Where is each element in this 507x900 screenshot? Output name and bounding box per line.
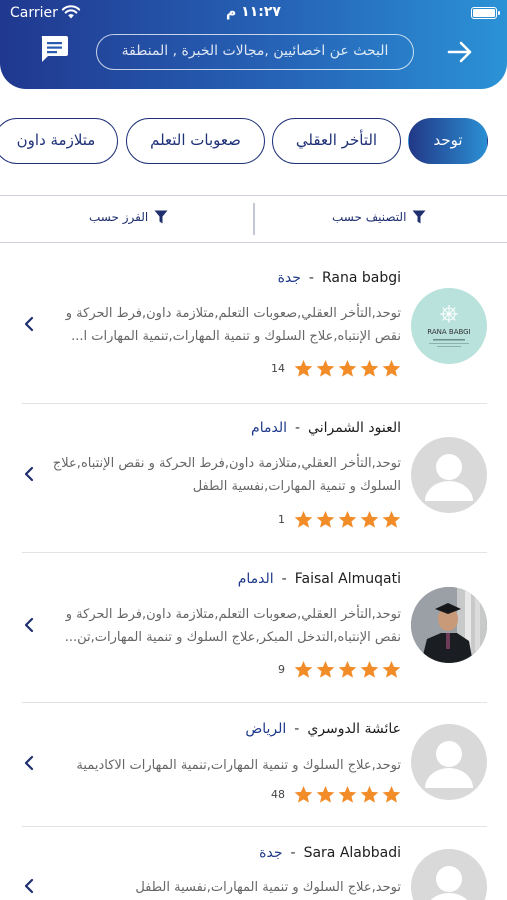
star-icon [294,510,313,528]
specialist-name: Faisal Almuqati [294,571,401,587]
filter-chips: توحد التأخر العقلي صعوبات التعلم متلازمة… [0,118,507,166]
star-icon [382,510,401,528]
review-count: 1 [278,513,285,526]
avatar [411,587,487,663]
filter-chip-autism[interactable]: توحد [408,118,488,164]
person-icon [430,866,468,900]
specialist-card[interactable]: Faisal Almuqati-الدمام توحد,التأخر العقل… [22,553,487,703]
review-count: 14 [271,362,285,375]
avatar [411,437,487,513]
review-count: 9 [278,663,285,676]
filter-chip-down-syndrome[interactable]: متلازمة داون [0,118,118,164]
classify-button[interactable]: التصنيف حسب [332,210,426,224]
specialist-name: Sara Alabbadi [303,845,401,861]
filter-chip-learning-difficulties[interactable]: صعوبات التعلم [126,118,265,164]
star-icon [360,660,379,678]
person-icon [425,454,473,501]
specialist-specialties: توحد,التأخر العقلي,صعوبات التعلم,متلازمة… [64,607,401,645]
specialist-specialties: توحد,علاج السلوك و تنمية المهارات,تنمية … [76,758,401,773]
specialist-name: Rana babgi [321,270,401,286]
specialist-header: Rana babgi-جدة [278,270,401,286]
avatar-logo-text: RANA BABGI [427,328,470,336]
separator: - [290,845,296,861]
chat-icon[interactable] [38,34,70,64]
rating: 48 [271,785,401,804]
sort-button[interactable]: الفرز حسب [89,210,168,224]
specialist-specialties: توحد,التأخر العقلي,متلازمة داون,فرط الحر… [52,456,401,494]
specialist-specialties: توحد,التأخر العقلي,صعوبات التعلم,متلازمة… [65,306,401,344]
specialist-city: الدمام [251,420,287,436]
specialist-city: جدة [277,270,301,286]
profile-photo [411,587,487,663]
star-icon [360,510,379,528]
specialist-city: جدة [259,845,283,861]
specialist-card[interactable]: Sara Alabbadi-جدة توحد,علاج السلوك و تنم… [22,827,487,900]
brand-logo-icon: RANA BABGI [427,305,471,347]
star-rating [294,660,401,679]
star-icon [360,785,379,803]
star-rating [294,510,401,529]
chevron-left-icon[interactable] [22,878,36,894]
specialist-header: Faisal Almuqati-الدمام [238,571,401,587]
chevron-left-icon[interactable] [22,617,36,633]
specialist-card[interactable]: RANA BABGI Rana babgi-جدة توحد,التأخر ال… [22,258,487,404]
star-icon [338,359,357,377]
star-icon [382,785,401,803]
specialist-name: العنود الشمراني [308,420,401,436]
star-icon [294,785,313,803]
star-icon [316,510,335,528]
sort-bar: التصنيف حسب الفرز حسب [0,195,507,243]
sort-label: الفرز حسب [89,210,149,224]
person-icon [425,741,473,788]
app-header: Carrier ١١:٢٧ م البحث عن اخصائيين ,مجالا… [0,0,507,89]
specialist-specialties: توحد,علاج السلوك و تنمية المهارات,نفسية … [135,880,401,895]
filter-icon [412,210,426,224]
sort-divider [253,203,255,235]
filter-chip-intellectual-delay[interactable]: التأخر العقلي [272,118,401,164]
star-rating [294,359,401,378]
star-icon [316,660,335,678]
review-count: 48 [271,788,285,801]
star-icon [360,359,379,377]
filter-icon [154,210,168,224]
star-rating [294,785,401,804]
classify-label: التصنيف حسب [332,210,407,224]
search-input[interactable]: البحث عن اخصائيين ,مجالات الخبرة , المنط… [96,34,414,70]
clock: ١١:٢٧ م [226,4,281,20]
status-bar: Carrier ١١:٢٧ م [0,0,507,26]
star-icon [382,359,401,377]
specialist-card[interactable]: عائشة الدوسري-الرياض توحد,علاج السلوك و … [22,703,487,827]
avatar [411,849,487,900]
specialist-city: الرياض [245,721,287,737]
battery-icon [471,7,500,19]
chevron-left-icon[interactable] [22,316,36,332]
star-icon [338,785,357,803]
star-icon [294,359,313,377]
specialist-header: Sara Alabbadi-جدة [259,845,401,861]
star-icon [294,660,313,678]
star-icon [338,510,357,528]
separator: - [294,420,301,436]
avatar: RANA BABGI [411,288,487,364]
specialist-city: الدمام [237,571,274,587]
star-icon [338,660,357,678]
specialist-header: عائشة الدوسري-الرياض [245,721,401,737]
chevron-left-icon[interactable] [22,466,36,482]
avatar [411,724,487,800]
separator: - [294,721,300,737]
separator: - [281,571,287,587]
specialist-name: عائشة الدوسري [307,721,401,737]
rating: 14 [271,359,401,378]
rating: 1 [278,510,401,529]
arrow-right-icon[interactable] [446,38,474,66]
star-icon [382,660,401,678]
star-icon [316,359,335,377]
specialist-header: العنود الشمراني-الدمام [251,420,401,436]
star-icon [316,785,335,803]
specialist-card[interactable]: العنود الشمراني-الدمام توحد,التأخر العقل… [22,404,487,553]
chevron-left-icon[interactable] [22,755,36,771]
separator: - [308,270,314,286]
rating: 9 [278,660,401,679]
